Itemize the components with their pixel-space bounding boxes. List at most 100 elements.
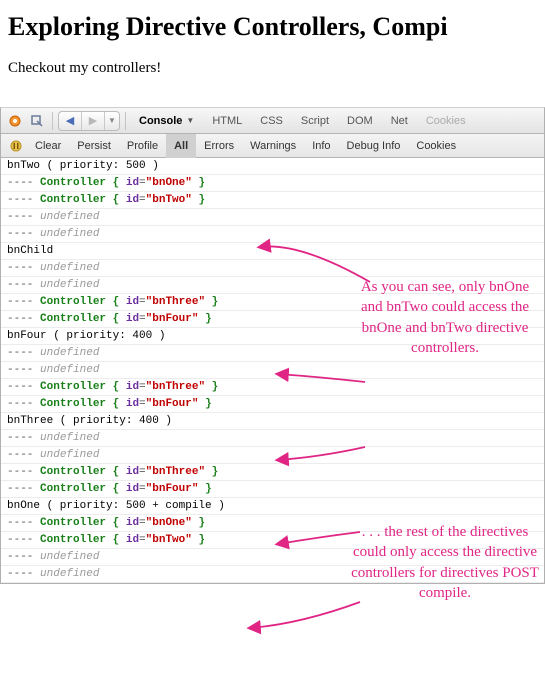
log-dash: ---- bbox=[7, 534, 40, 546]
tab-net[interactable]: Net bbox=[383, 108, 416, 134]
devtools-panel: ◀ ▶ ▼ Console ▼ HTML CSS Script DOM Net … bbox=[0, 107, 545, 584]
log-brace-open: { bbox=[113, 313, 126, 325]
log-dash: ---- bbox=[7, 517, 40, 529]
log-value: "bnThree" bbox=[146, 381, 205, 393]
console-row: ---- undefined bbox=[1, 362, 544, 379]
log-brace-open: { bbox=[113, 517, 126, 529]
log-dash: ---- bbox=[7, 211, 40, 223]
log-controller: Controller bbox=[40, 296, 113, 308]
console-row: bnTwo ( priority: 500 ) bbox=[1, 158, 544, 175]
log-key: id bbox=[126, 177, 139, 189]
filter-errors[interactable]: Errors bbox=[196, 134, 242, 158]
log-brace-close: } bbox=[192, 194, 205, 206]
console-output: bnTwo ( priority: 500 ) ---- Controller {… bbox=[1, 158, 544, 583]
console-row: ---- undefined bbox=[1, 226, 544, 243]
log-controller: Controller bbox=[40, 194, 113, 206]
log-dash: ---- bbox=[7, 296, 40, 308]
log-brace-open: { bbox=[113, 296, 126, 308]
history-nav[interactable]: ◀ ▶ ▼ bbox=[58, 111, 120, 131]
filter-debug[interactable]: Debug Info bbox=[339, 134, 409, 158]
tab-script[interactable]: Script bbox=[293, 108, 337, 134]
log-controller: Controller bbox=[40, 177, 113, 189]
history-dropdown-icon[interactable]: ▼ bbox=[105, 116, 119, 125]
log-key: id bbox=[126, 296, 139, 308]
console-row: bnFour ( priority: 400 ) bbox=[1, 328, 544, 345]
log-eq: = bbox=[139, 177, 146, 189]
console-row: ---- Controller { id="bnThree" } bbox=[1, 379, 544, 396]
console-row: ---- undefined bbox=[1, 209, 544, 226]
tab-cookies[interactable]: Cookies bbox=[418, 108, 474, 134]
log-text: bnOne ( priority: 500 + compile ) bbox=[7, 500, 225, 512]
filter-all[interactable]: All bbox=[166, 134, 196, 158]
persist-button[interactable]: Persist bbox=[69, 134, 119, 158]
log-dash: ---- bbox=[7, 228, 40, 240]
log-value: "bnThree" bbox=[146, 466, 205, 478]
log-undefined: undefined bbox=[40, 449, 99, 461]
log-key: id bbox=[126, 381, 139, 393]
forward-arrow-icon[interactable]: ▶ bbox=[82, 114, 104, 127]
tab-html[interactable]: HTML bbox=[204, 108, 250, 134]
console-row: ---- Controller { id="bnFour" } bbox=[1, 311, 544, 328]
page-title: Exploring Directive Controllers, Compi bbox=[8, 12, 545, 42]
log-dash: ---- bbox=[7, 194, 40, 206]
log-value: "bnFour" bbox=[146, 483, 199, 495]
profile-button[interactable]: Profile bbox=[119, 134, 166, 158]
tab-label: Console bbox=[139, 115, 182, 127]
log-key: id bbox=[126, 194, 139, 206]
log-brace-open: { bbox=[113, 398, 126, 410]
log-undefined: undefined bbox=[40, 551, 99, 563]
console-row: ---- Controller { id="bnThree" } bbox=[1, 294, 544, 311]
log-dash: ---- bbox=[7, 364, 40, 376]
log-controller: Controller bbox=[40, 517, 113, 529]
tab-dom[interactable]: DOM bbox=[339, 108, 381, 134]
tab-console[interactable]: Console ▼ bbox=[131, 108, 202, 134]
log-controller: Controller bbox=[40, 483, 113, 495]
log-dash: ---- bbox=[7, 398, 40, 410]
console-row: ---- undefined bbox=[1, 260, 544, 277]
log-brace-close: } bbox=[205, 296, 218, 308]
log-eq: = bbox=[139, 381, 146, 393]
log-undefined: undefined bbox=[40, 262, 99, 274]
console-row: ---- undefined bbox=[1, 430, 544, 447]
console-row: ---- Controller { id="bnTwo" } bbox=[1, 532, 544, 549]
log-undefined: undefined bbox=[40, 228, 99, 240]
log-brace-open: { bbox=[113, 483, 126, 495]
log-eq: = bbox=[139, 483, 146, 495]
console-row: ---- Controller { id="bnTwo" } bbox=[1, 192, 544, 209]
log-controller: Controller bbox=[40, 534, 113, 546]
log-dash: ---- bbox=[7, 432, 40, 444]
back-arrow-icon[interactable]: ◀ bbox=[59, 114, 81, 127]
log-eq: = bbox=[139, 534, 146, 546]
log-controller: Controller bbox=[40, 381, 113, 393]
log-value: "bnTwo" bbox=[146, 194, 192, 206]
log-brace-open: { bbox=[113, 381, 126, 393]
console-row: bnChild bbox=[1, 243, 544, 260]
log-brace-open: { bbox=[113, 194, 126, 206]
firebug-icon[interactable] bbox=[5, 111, 25, 131]
log-dash: ---- bbox=[7, 177, 40, 189]
filter-info[interactable]: Info bbox=[304, 134, 338, 158]
page-subtitle: Checkout my controllers! bbox=[8, 60, 545, 77]
filter-warnings[interactable]: Warnings bbox=[242, 134, 304, 158]
log-dash: ---- bbox=[7, 279, 40, 291]
tab-css[interactable]: CSS bbox=[252, 108, 291, 134]
log-eq: = bbox=[139, 398, 146, 410]
console-row: bnOne ( priority: 500 + compile ) bbox=[1, 498, 544, 515]
log-value: "bnTwo" bbox=[146, 534, 192, 546]
console-row: ---- undefined bbox=[1, 549, 544, 566]
log-brace-open: { bbox=[113, 177, 126, 189]
console-row: ---- undefined bbox=[1, 447, 544, 464]
filter-cookies[interactable]: Cookies bbox=[408, 134, 464, 158]
log-brace-close: } bbox=[198, 483, 211, 495]
inspect-icon[interactable] bbox=[27, 111, 47, 131]
log-brace-close: } bbox=[198, 398, 211, 410]
log-key: id bbox=[126, 483, 139, 495]
console-row: ---- Controller { id="bnOne" } bbox=[1, 515, 544, 532]
log-value: "bnFour" bbox=[146, 398, 199, 410]
log-undefined: undefined bbox=[40, 347, 99, 359]
log-dash: ---- bbox=[7, 381, 40, 393]
console-subbar: Clear Persist Profile All Errors Warning… bbox=[1, 134, 544, 158]
log-brace-close: } bbox=[192, 534, 205, 546]
break-icon[interactable] bbox=[5, 136, 27, 156]
clear-button[interactable]: Clear bbox=[27, 134, 69, 158]
